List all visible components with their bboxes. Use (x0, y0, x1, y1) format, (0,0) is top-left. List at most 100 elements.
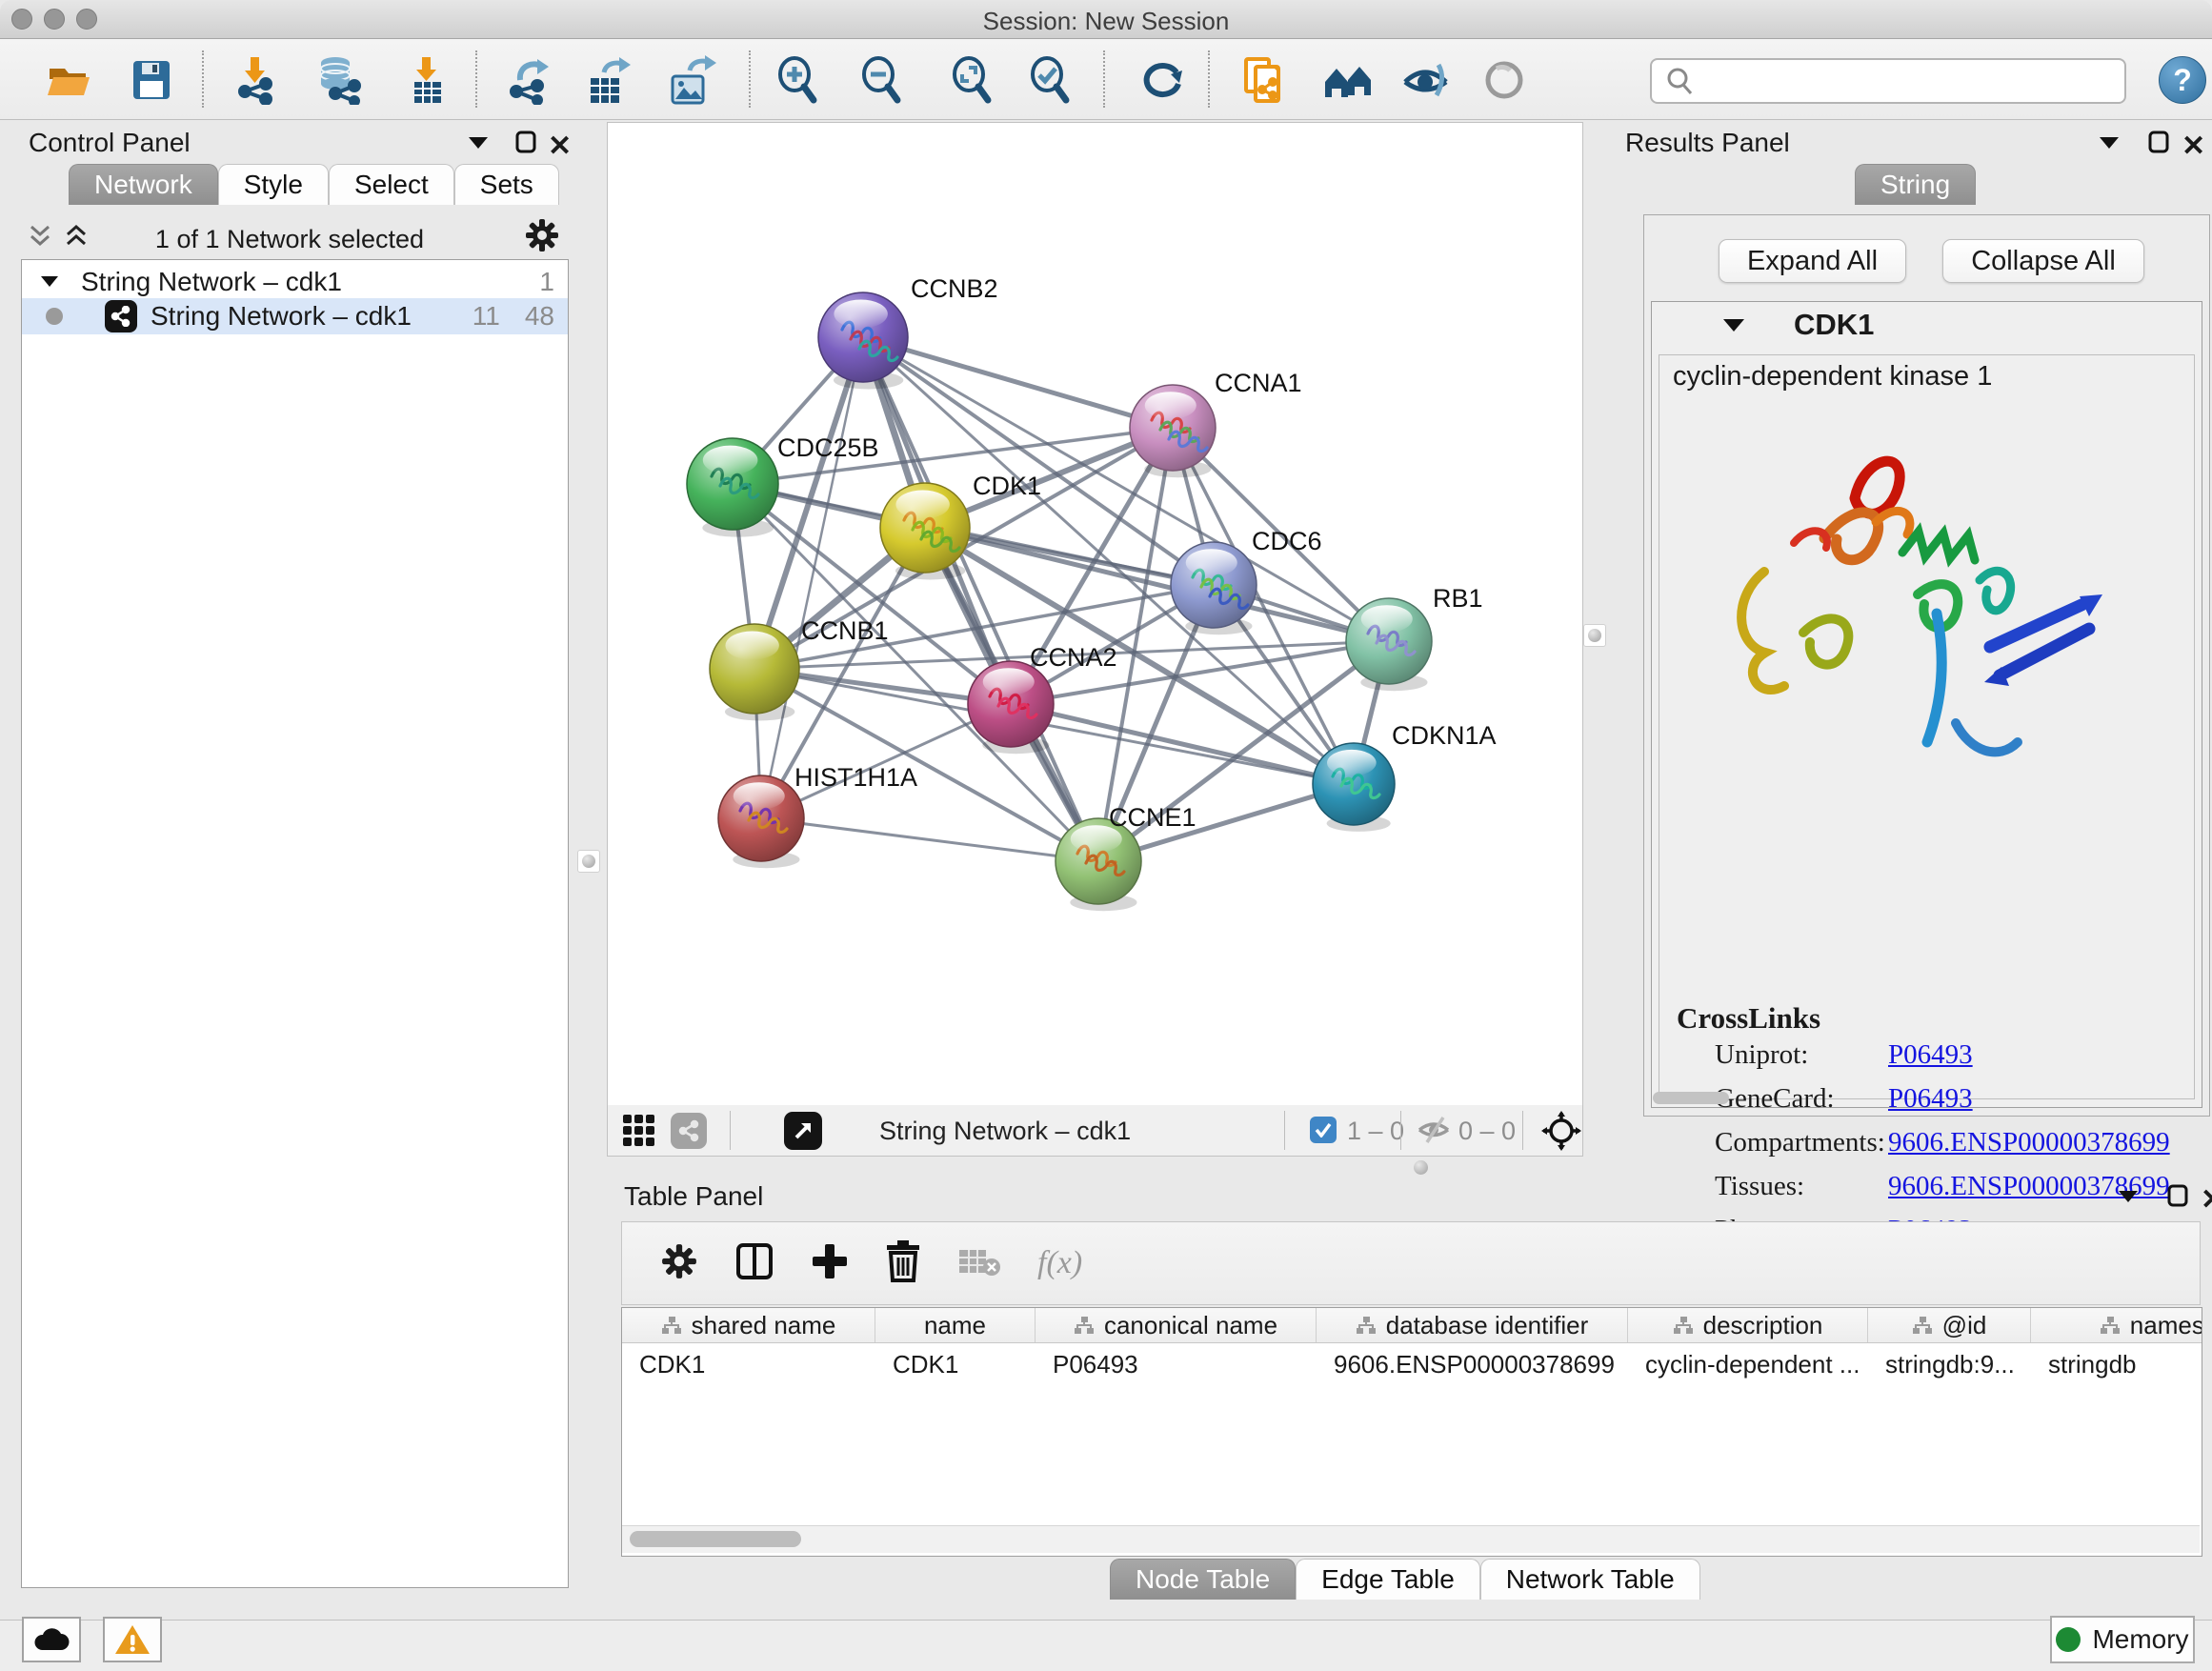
save-session-button[interactable] (125, 53, 178, 107)
hide-selected-button[interactable] (1399, 53, 1453, 107)
table-hscrollbar-thumb[interactable] (630, 1531, 801, 1547)
column-header[interactable]: shared name (622, 1308, 875, 1342)
table-row[interactable]: CDK1 CDK1 P06493 9606.ENSP00000378699 cy… (622, 1343, 2202, 1385)
show-columns-icon[interactable] (734, 1241, 774, 1286)
crosslinks-title: CrossLinks (1677, 1001, 1820, 1036)
crosslink-genecard-link[interactable]: P06493 (1888, 1083, 1973, 1115)
column-header[interactable]: namespace (2031, 1308, 2202, 1342)
cell-canonical-name: P06493 (1036, 1343, 1317, 1385)
current-network-name: String Network – cdk1 (879, 1117, 1131, 1146)
save-icon (127, 55, 176, 105)
table-toolbar: f(x) (621, 1221, 2201, 1305)
string-network-graph[interactable]: CCNB2CCNA1CDC25BCDK1CDC6RB1CCNB1CCNA2CDK… (608, 123, 1580, 1104)
tab-network-table[interactable]: Network Table (1480, 1559, 1700, 1600)
import-network-button[interactable] (230, 53, 283, 107)
tab-sets[interactable]: Sets (454, 164, 559, 205)
table-panel-close-icon[interactable]: ✕ (2201, 1183, 2212, 1217)
control-panel-float-icon[interactable] (514, 130, 537, 159)
control-panel-title: Control Panel (29, 128, 191, 158)
zoom-out-button[interactable] (855, 53, 909, 107)
crosslink-compartments-link[interactable]: 9606.ENSP00000378699 (1888, 1127, 2170, 1158)
zoom-out-icon (857, 55, 907, 105)
navigator-crosshair-icon[interactable] (1541, 1111, 1581, 1156)
export-table-button[interactable] (581, 53, 634, 107)
crosslink-uniprot-link[interactable]: P06493 (1888, 1039, 1973, 1071)
tab-network[interactable]: Network (69, 164, 218, 205)
search-input[interactable] (1699, 63, 2124, 99)
node-label-CDKN1A: CDKN1A (1392, 721, 1497, 750)
tab-select[interactable]: Select (329, 164, 454, 205)
node-label-CDC25B: CDC25B (777, 433, 879, 462)
column-header[interactable]: @id (1868, 1308, 2031, 1342)
toolbar-separator (1103, 50, 1105, 108)
edge-HIST1H1A-CCNE1[interactable] (761, 818, 1098, 861)
function-builder-icon: f(x) (1037, 1245, 1082, 1281)
edge-CCNA2-CDKN1A[interactable] (1011, 704, 1354, 784)
column-header[interactable]: name (875, 1308, 1036, 1342)
collection-expand-icon (39, 274, 60, 290)
zoom-in-button[interactable] (772, 53, 825, 107)
edge-CCNB2-CCNA1[interactable] (863, 337, 1173, 428)
delete-column-trash-icon[interactable] (885, 1240, 921, 1287)
bottom-splitter-handle[interactable] (1414, 1160, 1428, 1175)
table-options-gear-icon[interactable] (660, 1242, 698, 1285)
gene-collapse-icon[interactable] (1721, 317, 1746, 339)
control-panel-menu-icon[interactable] (467, 135, 490, 155)
apply-layout-button[interactable] (1136, 53, 1190, 107)
export-network-icon (505, 55, 554, 105)
grid-view-icon[interactable] (622, 1114, 656, 1153)
network-row[interactable]: String Network – cdk1 11 48 (22, 298, 568, 334)
automation-cloud-button[interactable] (22, 1617, 81, 1662)
collection-label: String Network – cdk1 (81, 267, 342, 297)
memory-button[interactable]: Memory (2050, 1616, 2195, 1663)
export-network-button[interactable] (503, 53, 556, 107)
node-label-CCNE1: CCNE1 (1109, 803, 1196, 832)
show-all-button[interactable] (1478, 53, 1531, 107)
column-header[interactable]: canonical name (1036, 1308, 1317, 1342)
table-hscrollbar[interactable] (622, 1525, 2200, 1553)
table-panel-float-icon[interactable] (2166, 1183, 2189, 1213)
warnings-button[interactable] (103, 1617, 162, 1662)
export-image-button[interactable] (665, 53, 718, 107)
add-column-icon[interactable] (811, 1242, 849, 1285)
results-panel-float-icon[interactable] (2147, 130, 2170, 159)
zoom-selected-button[interactable] (1024, 53, 1077, 107)
help-button[interactable]: ? (2159, 56, 2206, 104)
fit-content-button[interactable] (946, 53, 999, 107)
expand-all-button[interactable]: Expand All (1719, 239, 1906, 283)
collapse-all-button[interactable]: Collapse All (1942, 239, 2144, 283)
crosslink-label: GeneCard: (1715, 1083, 1835, 1115)
results-panel-title: Results Panel (1625, 128, 1790, 158)
open-in-window-button[interactable] (784, 1112, 822, 1150)
network-canvas[interactable]: CCNB2CCNA1CDC25BCDK1CDC6RB1CCNB1CCNA2CDK… (607, 122, 1583, 1107)
network-options-gear-icon[interactable] (524, 217, 560, 258)
results-hscrollbar-thumb[interactable] (1653, 1092, 1729, 1104)
question-mark: ? (2173, 63, 2192, 98)
selected-checkbox[interactable] (1310, 1117, 1337, 1143)
open-session-button[interactable] (42, 53, 95, 107)
results-panel-close-icon[interactable]: ✕ (2182, 130, 2205, 163)
database-icon (314, 55, 364, 105)
tab-string[interactable]: String (1855, 164, 1976, 205)
table-panel: Table Panel ✕ f(x) shared name name cano… (607, 1174, 2212, 1620)
tab-edge-table[interactable]: Edge Table (1296, 1559, 1480, 1600)
left-splitter-handle[interactable] (577, 850, 600, 873)
results-panel-menu-icon[interactable] (2098, 135, 2121, 155)
import-table-button[interactable] (401, 53, 454, 107)
right-splitter-handle[interactable] (1583, 624, 1606, 647)
column-header[interactable]: description (1628, 1308, 1868, 1342)
network-share-view-icon[interactable] (671, 1113, 707, 1149)
node-label-CDK1: CDK1 (973, 472, 1041, 500)
table-panel-menu-icon[interactable] (2117, 1189, 2140, 1209)
table-panel-title: Table Panel (624, 1181, 763, 1212)
tab-style[interactable]: Style (218, 164, 329, 205)
control-panel-close-icon[interactable]: ✕ (548, 130, 572, 163)
first-neighbors-button[interactable] (1321, 53, 1375, 107)
clone-network-button[interactable] (1237, 53, 1290, 107)
edge-HIST1H1A-CCNB2[interactable] (761, 337, 863, 818)
import-network-from-database-button[interactable] (312, 53, 366, 107)
column-header[interactable]: database identifier (1317, 1308, 1628, 1342)
tab-node-table[interactable]: Node Table (1110, 1559, 1296, 1600)
network-collection-row[interactable]: String Network – cdk1 1 (22, 264, 568, 300)
crosslink-label: Uniprot: (1715, 1039, 1808, 1071)
